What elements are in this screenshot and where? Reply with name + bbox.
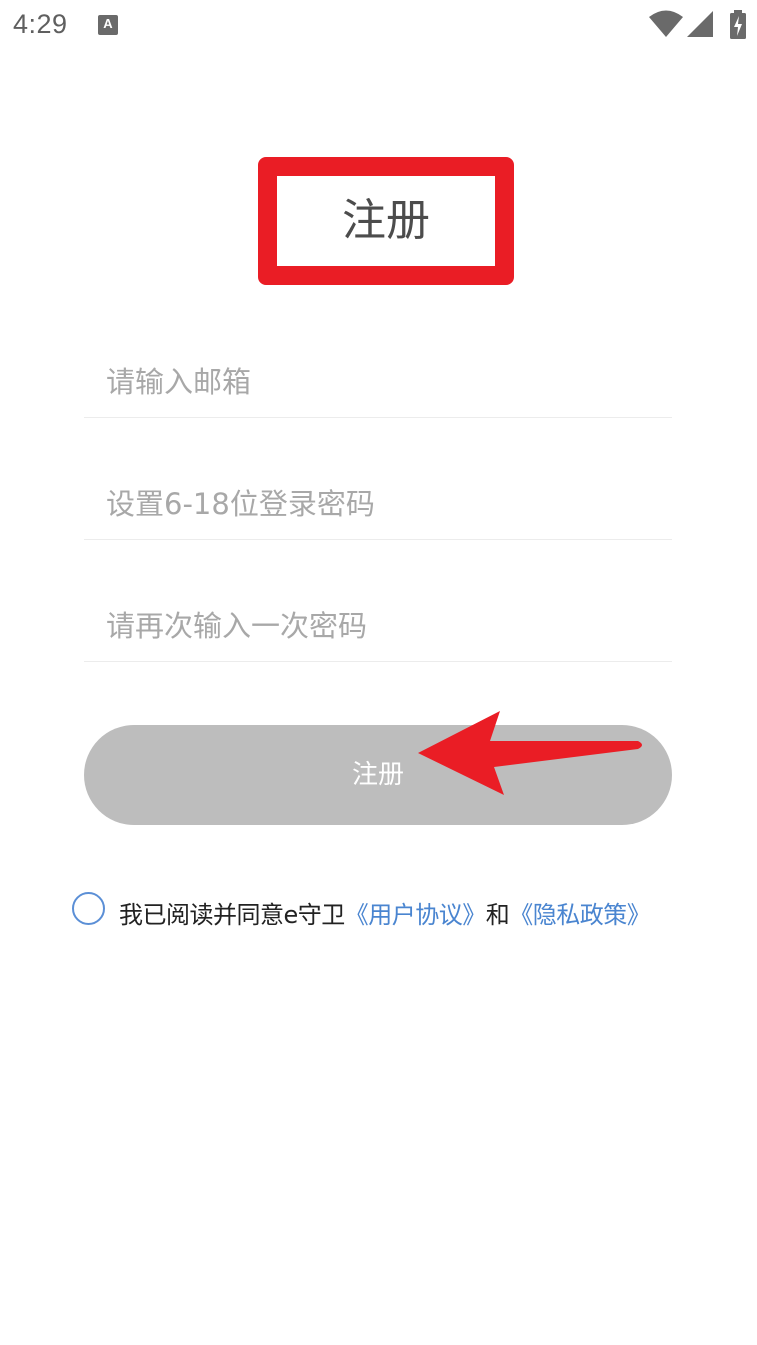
agreement-text: 我已阅读并同意e守卫《用户协议》和《隐私政策》	[119, 895, 651, 930]
agreement-prefix: 我已阅读并同意e守卫	[119, 901, 345, 929]
annotation-arrow-icon	[418, 711, 642, 795]
notification-app-icon: A	[98, 15, 118, 35]
wifi-icon	[649, 10, 683, 37]
battery-charging-icon	[730, 10, 746, 39]
email-field-row	[84, 347, 672, 418]
status-bar: 4:29 A	[0, 0, 757, 52]
signal-icon	[687, 11, 713, 37]
confirm-password-field-row	[84, 591, 672, 662]
status-time: 4:29	[13, 9, 68, 39]
user-agreement-link[interactable]: 《用户协议》	[345, 901, 487, 929]
password-field-row	[84, 469, 672, 540]
privacy-policy-link[interactable]: 《隐私政策》	[509, 901, 651, 929]
page-title: 注册	[342, 195, 430, 246]
agreement-conjunction: 和	[485, 901, 510, 929]
agree-checkbox[interactable]	[72, 892, 105, 925]
email-input[interactable]	[106, 347, 646, 417]
confirm-password-input[interactable]	[106, 591, 646, 661]
title-area: 注册	[258, 157, 514, 285]
password-input[interactable]	[106, 469, 646, 539]
agreement-row: 我已阅读并同意e守卫《用户协议》和《隐私政策》	[72, 892, 692, 930]
